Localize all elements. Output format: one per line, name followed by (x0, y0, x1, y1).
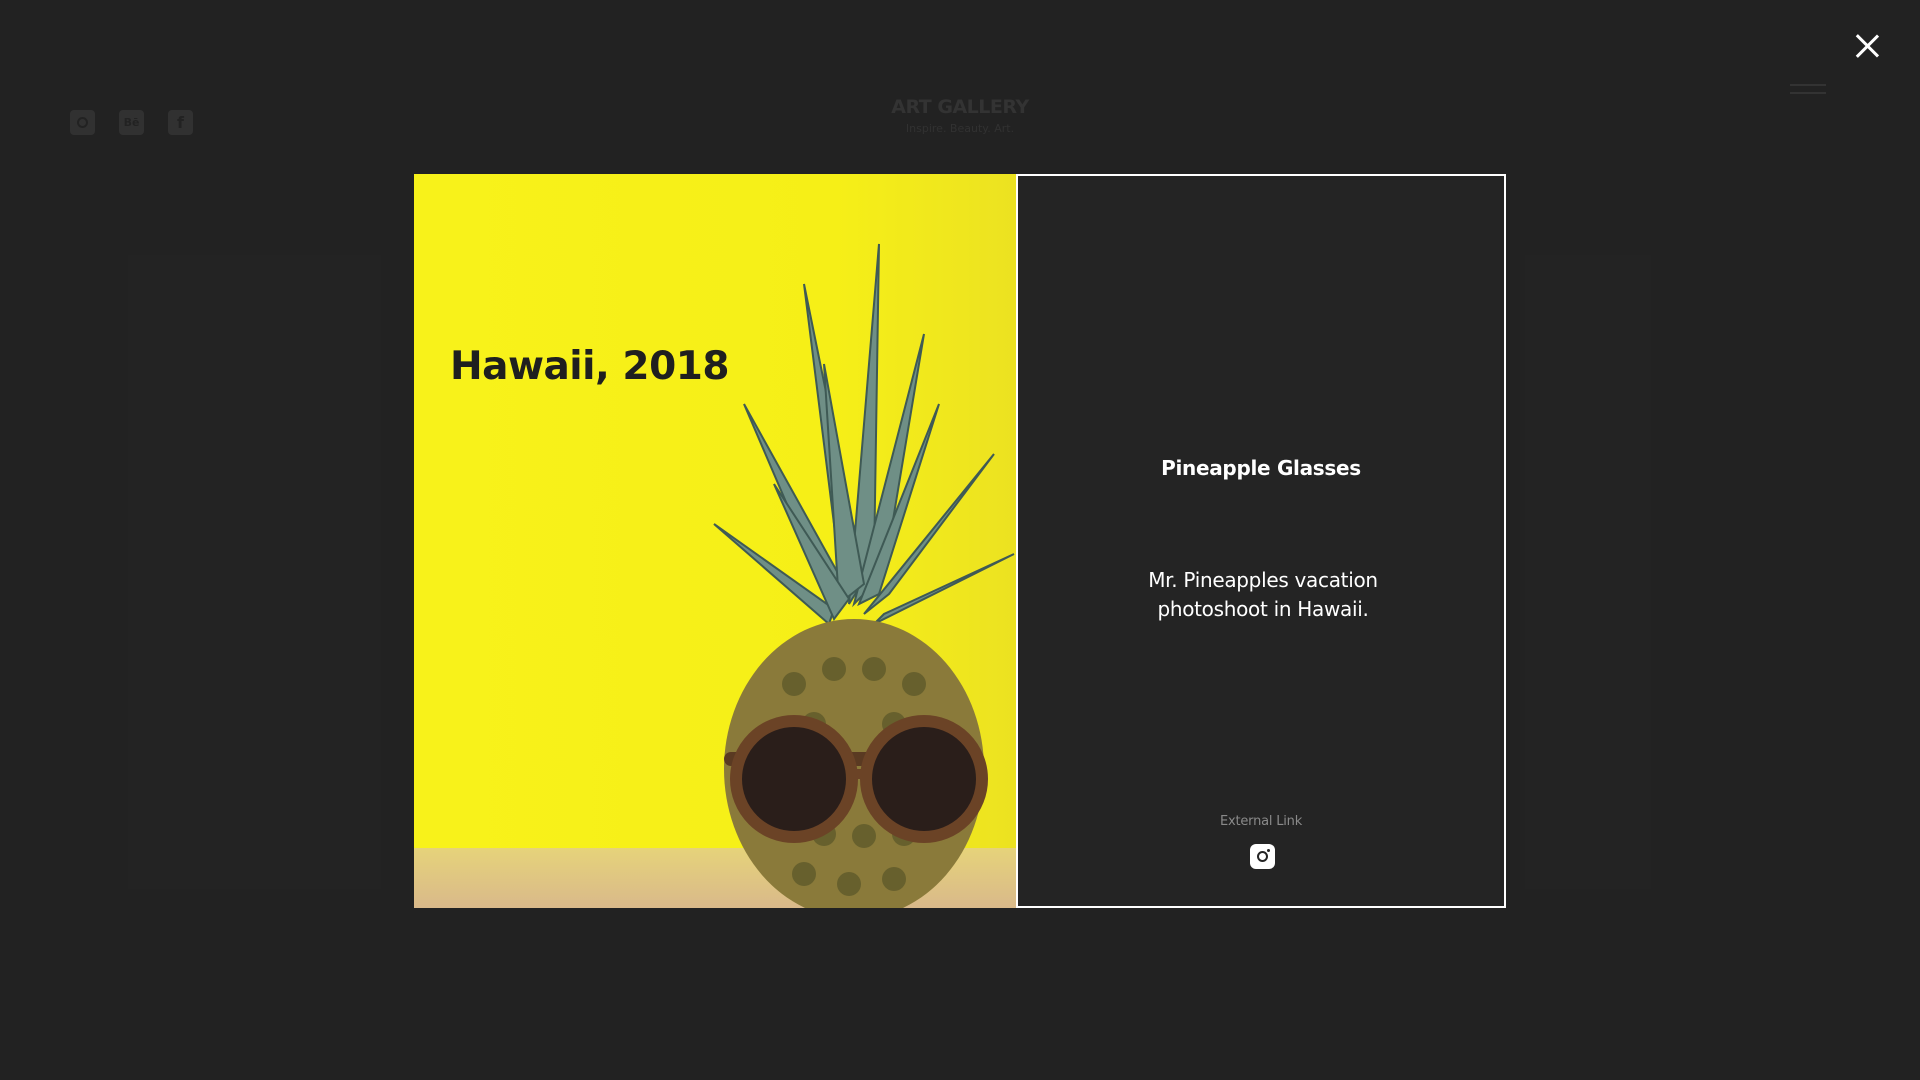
artwork-description: Mr. Pineapples vacation photoshoot in Ha… (1148, 568, 1378, 621)
lightbox-modal: Hawaii, 2018 Pineapple Glasses Mr. Pinea… (414, 174, 1506, 908)
close-icon[interactable] (1854, 33, 1880, 59)
artwork-info-panel: Pineapple Glasses Mr. Pineapples vacatio… (1016, 174, 1506, 908)
instagram-icon[interactable] (1250, 844, 1275, 869)
artwork-title: Pineapple Glasses (1161, 456, 1361, 480)
artwork-image: Hawaii, 2018 (414, 174, 1016, 908)
pineapple-illustration (713, 243, 1015, 908)
lightbox-overlay: Hawaii, 2018 Pineapple Glasses Mr. Pinea… (0, 0, 1920, 1080)
external-link-label: External Link (1219, 814, 1303, 829)
